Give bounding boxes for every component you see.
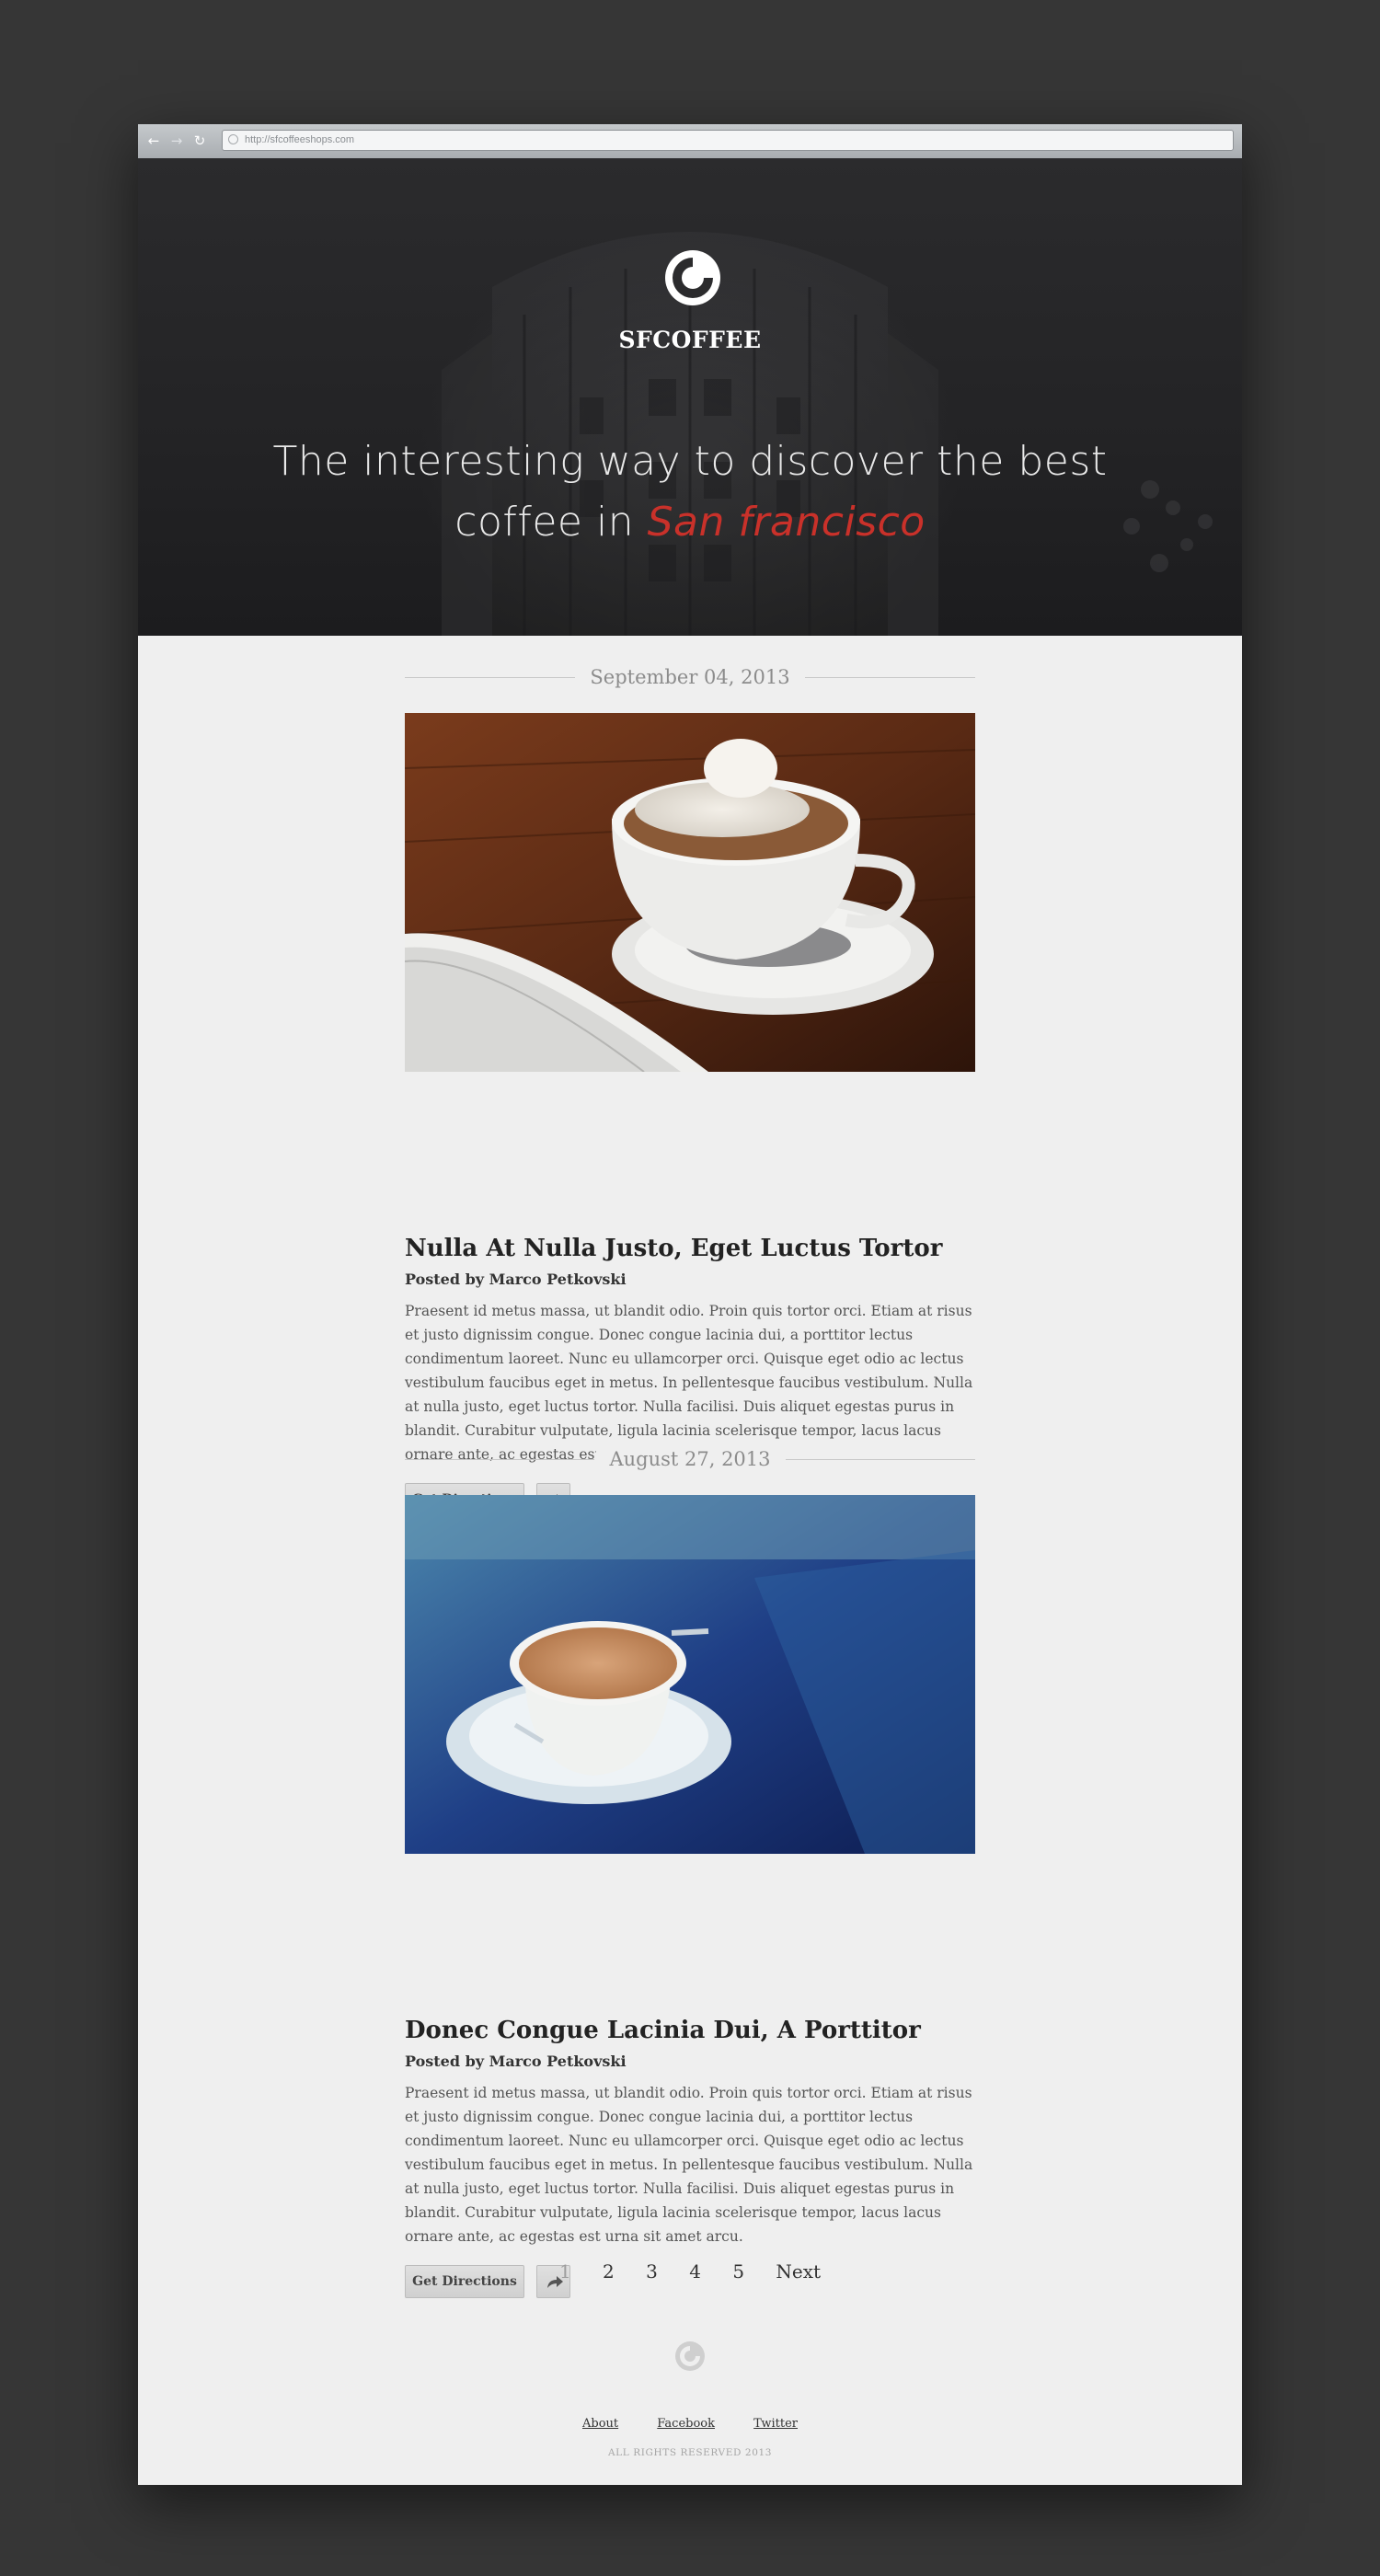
footer-link-twitter[interactable]: Twitter: [753, 2417, 798, 2431]
page-link-3[interactable]: 3: [646, 2260, 658, 2283]
post-date: August 27, 2013: [596, 1448, 784, 1470]
page-link-5[interactable]: 5: [732, 2260, 744, 2283]
post-date: September 04, 2013: [577, 666, 803, 688]
post-image: [405, 1495, 975, 1854]
footer-nav: About Facebook Twitter: [138, 2417, 1242, 2431]
page-link-1[interactable]: 1: [559, 2260, 571, 2283]
page-link-2[interactable]: 2: [603, 2260, 615, 2283]
building-background-image: [442, 232, 1213, 636]
browser-window: ← → ↻ http://sfcoffeeshops.com SFCOFFEE …: [138, 124, 1242, 2485]
footer-link-about[interactable]: About: [582, 2417, 618, 2431]
page-icon: [228, 134, 238, 144]
divider-line: [804, 677, 975, 678]
post-author: Posted by Marco Petkovski: [405, 2053, 627, 2070]
post-author: Posted by Marco Petkovski: [405, 1271, 627, 1288]
tagline-accent: San francisco: [647, 499, 926, 546]
post-date-row: September 04, 2013: [405, 663, 975, 691]
copyright-text: ALL RIGHTS RESERVED 2013: [607, 2447, 773, 2458]
tagline-line1: The interesting way to discover the best: [272, 438, 1108, 485]
tagline-line2: coffee in: [454, 499, 648, 546]
post-body: Praesent id metus massa, ut blandit odio…: [405, 2085, 973, 2245]
back-arrow-icon[interactable]: ←: [145, 132, 162, 149]
reload-icon[interactable]: ↻: [191, 132, 208, 149]
footer-logo-icon: [675, 2341, 705, 2371]
cappuccino-photo: [405, 713, 975, 1072]
hero-tagline: The interesting way to discover the best…: [230, 431, 1150, 553]
address-bar[interactable]: http://sfcoffeeshops.com: [222, 130, 1234, 151]
forward-arrow-icon[interactable]: →: [168, 132, 185, 149]
pagination: 1 2 3 4 5 Next: [138, 2260, 1242, 2288]
post-date-row: August 27, 2013: [405, 1445, 975, 1473]
post-title[interactable]: Nulla At Nulla Justo, Eget Luctus Tortor: [405, 1235, 994, 1262]
page-link-4[interactable]: 4: [689, 2260, 701, 2283]
url-text: http://sfcoffeeshops.com: [245, 134, 355, 145]
next-page-link[interactable]: Next: [776, 2260, 821, 2283]
latte-photo: [405, 1495, 975, 1854]
footer-link-facebook[interactable]: Facebook: [657, 2417, 715, 2431]
post-title[interactable]: Donec Congue Lacinia Dui, A Porttitor: [405, 2017, 994, 2044]
sfcoffee-logo-icon: [665, 250, 720, 305]
post-body: Praesent id metus massa, ut blandit odio…: [405, 1303, 973, 1463]
hero-banner: SFCOFFEE The interesting way to discover…: [138, 158, 1242, 636]
divider-line: [785, 1459, 975, 1460]
post-image: [405, 713, 975, 1072]
browser-toolbar: ← → ↻ http://sfcoffeeshops.com: [138, 124, 1242, 159]
brand-name: SFCOFFEE: [618, 327, 762, 353]
